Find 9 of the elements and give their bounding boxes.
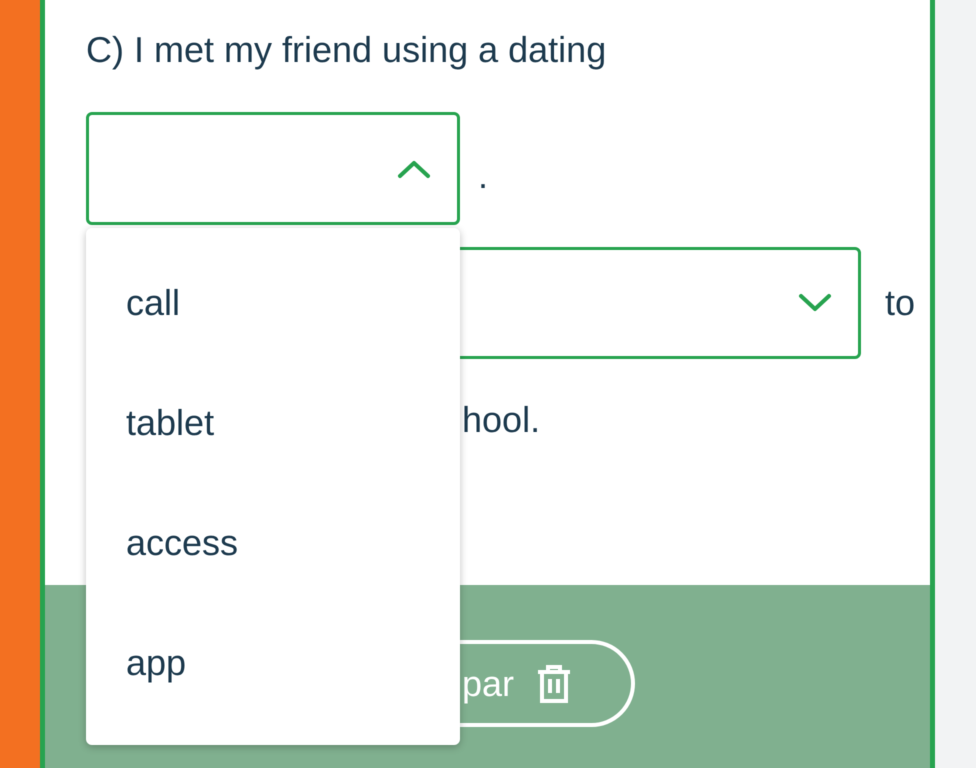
sentence-text: to bbox=[885, 282, 916, 324]
dropdown-field[interactable] bbox=[86, 112, 460, 225]
dropdown-option[interactable]: access bbox=[86, 483, 460, 603]
question-text: C) I met my friend using a dating bbox=[86, 28, 608, 72]
sentence-text: hool. bbox=[462, 399, 540, 441]
sentence-text: . bbox=[478, 154, 488, 196]
trash-icon bbox=[536, 664, 572, 704]
dropdown-option[interactable]: call bbox=[86, 243, 460, 363]
dropdown-option[interactable]: tablet bbox=[86, 363, 460, 483]
